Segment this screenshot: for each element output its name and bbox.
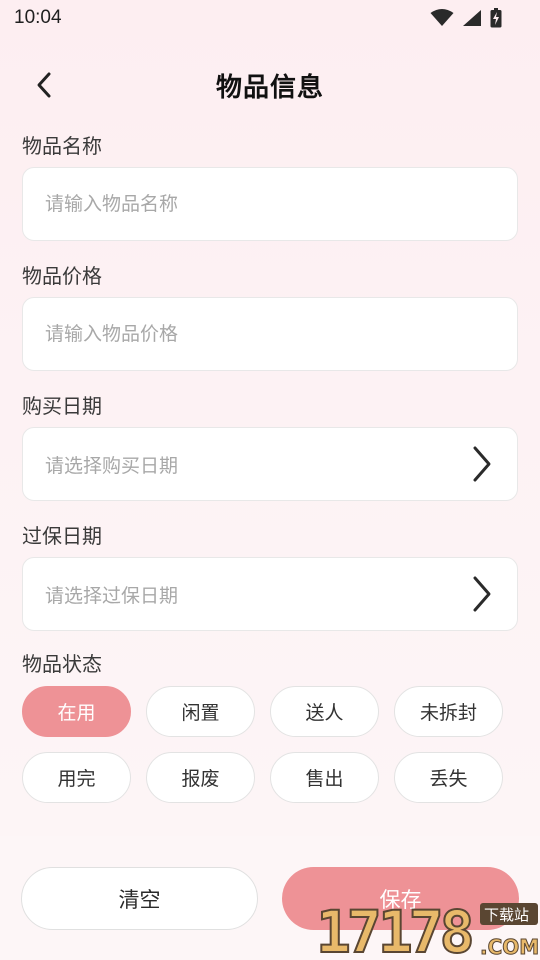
name-input[interactable] bbox=[45, 193, 497, 215]
status-chip[interactable]: 丢失 bbox=[394, 752, 503, 803]
status-chip[interactable]: 未拆封 bbox=[394, 686, 503, 737]
warranty-date-label: 过保日期 bbox=[22, 524, 102, 548]
chevron-right-icon bbox=[467, 574, 497, 614]
warranty-date-picker[interactable]: 请选择过保日期 bbox=[22, 557, 518, 631]
status-icons bbox=[430, 8, 502, 28]
item-form: 物品名称 物品价格 购买日期 请选择购买日期 过保日期 请选择过保日期 物品状态… bbox=[22, 128, 518, 803]
status-label: 物品状态 bbox=[22, 652, 102, 676]
chevron-right-icon bbox=[467, 444, 497, 484]
purchase-date-placeholder: 请选择购买日期 bbox=[45, 454, 179, 477]
price-field[interactable] bbox=[22, 297, 518, 371]
page-title: 物品信息 bbox=[215, 72, 324, 103]
wifi-icon bbox=[430, 9, 454, 26]
status-chip[interactable]: 在用 bbox=[22, 686, 131, 737]
purchase-date-label: 购买日期 bbox=[22, 394, 102, 418]
name-label: 物品名称 bbox=[22, 134, 102, 158]
status-chip[interactable]: 送人 bbox=[270, 686, 379, 737]
battery-charging-icon bbox=[490, 8, 502, 28]
status-chip[interactable]: 闲置 bbox=[146, 686, 255, 737]
price-input[interactable] bbox=[45, 323, 497, 345]
status-bar: 10:04 bbox=[0, 0, 540, 36]
warranty-date-placeholder: 请选择过保日期 bbox=[45, 584, 179, 607]
site-watermark-logo: 17178 .COM 下载站 bbox=[315, 897, 540, 960]
status-time: 10:04 bbox=[14, 7, 62, 28]
app-header: 物品信息 bbox=[0, 58, 540, 112]
status-chip-group: 在用 闲置 送人 未拆封 用完 报废 售出 丢失 bbox=[22, 686, 518, 803]
chevron-left-icon bbox=[37, 72, 51, 98]
clear-button[interactable]: 清空 bbox=[21, 867, 258, 930]
status-chip[interactable]: 用完 bbox=[22, 752, 131, 803]
name-field[interactable] bbox=[22, 167, 518, 241]
watermark-domain: .COM bbox=[480, 935, 539, 959]
purchase-date-picker[interactable]: 请选择购买日期 bbox=[22, 427, 518, 501]
back-button[interactable] bbox=[26, 66, 62, 104]
watermark-number: 17178 bbox=[316, 898, 472, 960]
status-chip[interactable]: 报废 bbox=[146, 752, 255, 803]
cell-signal-icon bbox=[463, 10, 481, 26]
price-label: 物品价格 bbox=[22, 264, 102, 288]
watermark-badge: 下载站 bbox=[484, 906, 529, 924]
status-chip[interactable]: 售出 bbox=[270, 752, 379, 803]
